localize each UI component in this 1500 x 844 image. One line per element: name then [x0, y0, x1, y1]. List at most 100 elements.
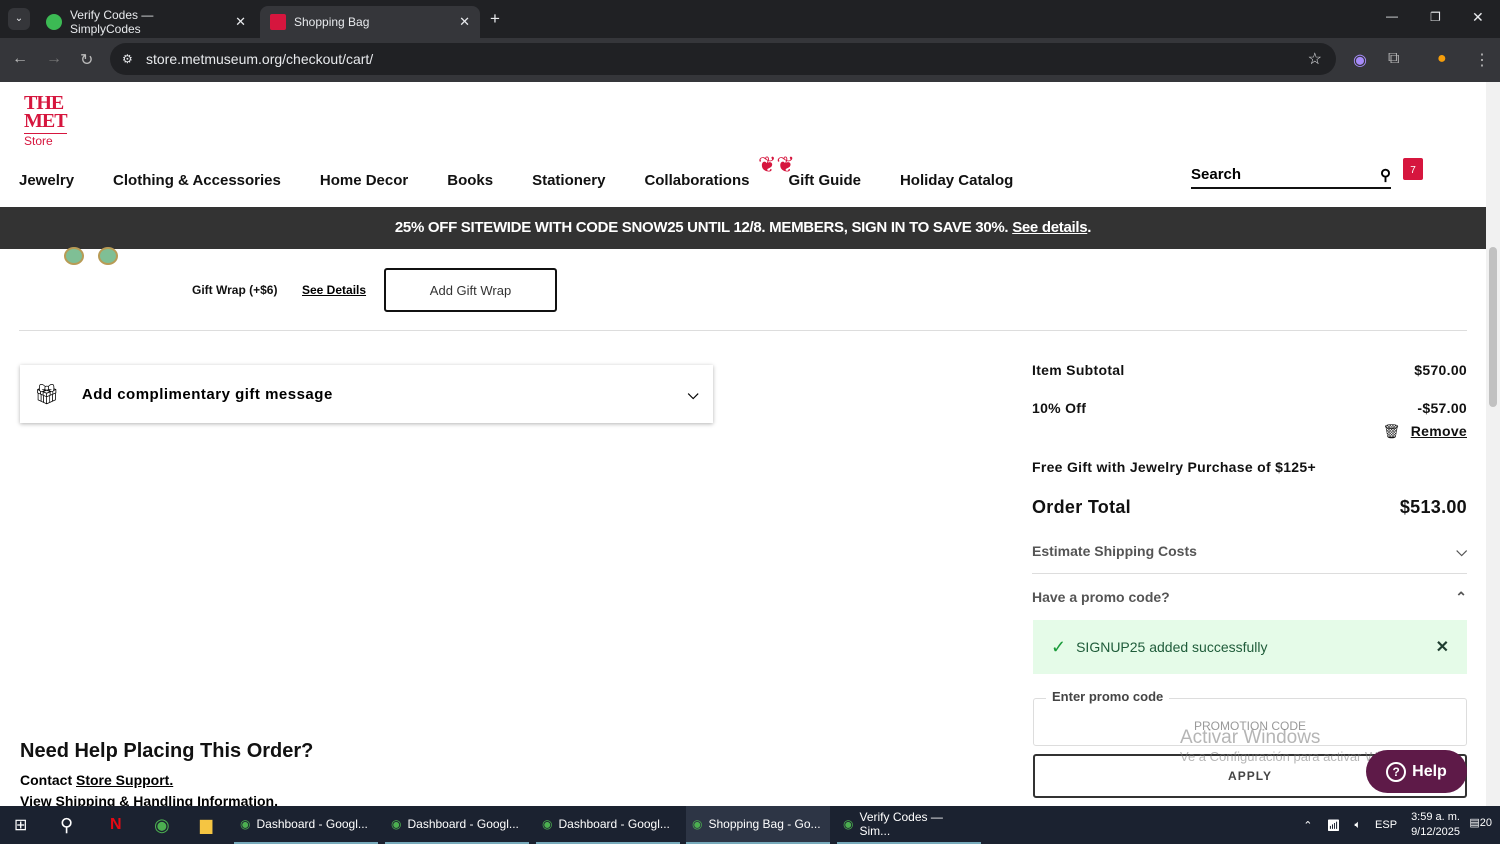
order-total-label: Order Total [1032, 497, 1131, 517]
gift-wrap-label: Gift Wrap (+$6) [192, 283, 278, 297]
promo-code-field: Enter promo code [1033, 689, 1467, 746]
divider [19, 330, 1467, 331]
search-icon[interactable]: ⚲ [54, 806, 79, 844]
file-explorer-icon[interactable]: ▆ [194, 806, 218, 844]
taskbar-app-label: Dashboard - Googl... [558, 817, 670, 831]
promo-banner: 25% OFF SITEWIDE WITH CODE SNOW25 UNTIL … [0, 207, 1486, 249]
tab-verify-codes[interactable]: Verify Codes — SimplyCodes ✕ [36, 6, 256, 38]
simplycodes-favicon-icon [46, 14, 62, 30]
shipping-link-text[interactable]: View Shipping & Handling Information. [20, 793, 278, 806]
chrome-icon: ◉ [542, 817, 553, 831]
help-button[interactable]: ? Help [1366, 750, 1467, 793]
help-heading: Need Help Placing This Order? [20, 740, 314, 762]
close-tab-icon[interactable]: ✕ [235, 14, 246, 30]
close-window-icon[interactable]: ✕ [1472, 9, 1484, 26]
taskbar-app[interactable]: ◉ Dashboard - Googl... [536, 806, 680, 844]
search-input[interactable]: Search ⚲ [1191, 166, 1391, 189]
tab-list-chevron-icon[interactable]: ⌄ [8, 8, 30, 30]
nav-clothing[interactable]: Clothing & Accessories [113, 172, 281, 189]
url-text: store.metmuseum.org/checkout/cart/ [146, 51, 374, 67]
promo-text: 25% OFF SITEWIDE WITH CODE SNOW25 UNTIL … [394, 219, 1009, 236]
nav-home-decor[interactable]: Home Decor [320, 172, 408, 189]
extensions-puzzle-icon[interactable]: ⧉ [1388, 50, 1399, 68]
volume-icon[interactable]: 🔈︎ [1354, 819, 1361, 832]
chrome-icon: ◉ [843, 817, 854, 831]
back-icon[interactable]: ← [12, 50, 28, 68]
subtotal-value: $570.00 [1414, 362, 1467, 378]
met-favicon-icon [270, 14, 286, 30]
page-scrollbar[interactable] [1486, 82, 1500, 806]
taskbar-app[interactable]: ◉ Shopping Bag - Go... [686, 806, 830, 844]
taskbar-app[interactable]: ◉ Verify Codes — Sim... [837, 806, 981, 844]
cart-page: THE MET Store ❦❦ Jewelry Clothing & Access… [0, 82, 1486, 806]
remove-link[interactable]: Remove [1411, 423, 1467, 440]
chrome-icon[interactable]: ◉ [148, 806, 176, 844]
taskbar-app[interactable]: ◉ Dashboard - Googl... [385, 806, 529, 844]
forward-icon[interactable]: → [46, 50, 62, 68]
free-gift-row: Free Gift with Jewelry Purchase of $125+ [1032, 459, 1467, 475]
extension-icon[interactable]: ◉ [1353, 50, 1367, 70]
taskbar-app[interactable]: ◉ Dashboard - Googl... [234, 806, 378, 844]
language-indicator[interactable]: ESP [1375, 819, 1397, 831]
bookmark-star-icon[interactable]: ☆ [1308, 49, 1322, 69]
close-tab-icon[interactable]: ✕ [459, 14, 470, 30]
clock-date: 9/12/2025 [1411, 826, 1460, 838]
chevron-up-icon: ⌃ [1455, 589, 1467, 605]
shopping-bag-icon[interactable]: 7 [1403, 158, 1423, 180]
remove-discount-button[interactable]: 🗑︎ Remove [1032, 423, 1467, 440]
shipping-info-link[interactable]: View Shipping & Handling Information. [20, 793, 278, 806]
gift-message-accordion[interactable]: 🎁︎ Add complimentary gift message ⌵ [20, 365, 713, 423]
nav-stationery[interactable]: Stationery [532, 172, 605, 189]
promo-code-label: Enter promo code [1046, 689, 1170, 704]
met-store-logo[interactable]: THE MET Store [24, 93, 68, 148]
discount-row: 10% Off -$57.00 [1032, 400, 1467, 416]
clock[interactable]: 3:59 a. m. 9/12/2025 [1411, 810, 1460, 840]
reload-icon[interactable]: ↻ [80, 50, 93, 70]
bag-count: 7 [1410, 165, 1416, 176]
site-info-icon[interactable]: ⚙ [122, 52, 133, 66]
gift-wrap-details-link[interactable]: See Details [302, 283, 366, 297]
see-details-link[interactable]: See details [1012, 219, 1087, 236]
order-total-row: Order Total $513.00 [1032, 497, 1467, 518]
nav-gift-guide[interactable]: Gift Guide [788, 172, 861, 189]
subtotal-label: Item Subtotal [1032, 362, 1125, 378]
profile-avatar-icon[interactable]: ● [1437, 50, 1447, 68]
wifi-icon[interactable]: 📶︎ [1326, 819, 1340, 832]
gift-message-label: Add complimentary gift message [81, 385, 333, 403]
windows-taskbar: ⊞ ⚲ N ◉ ▆ ◉ Dashboard - Googl... ◉ Dashboa… [0, 806, 1500, 844]
nav-collaborations[interactable]: Collaborations [644, 172, 749, 189]
search-label: Search [1191, 166, 1242, 183]
notifications-icon[interactable]: ▤20 [1469, 816, 1492, 829]
contact-prefix: Contact [20, 772, 76, 788]
chevron-down-icon: ⌵ [687, 385, 699, 402]
system-tray: ⌃ 📶︎ 🔈︎ ESP 3:59 a. m. 9/12/2025 [1303, 810, 1460, 840]
discount-value: -$57.00 [1417, 400, 1467, 416]
windows-start-icon[interactable]: ⊞ [8, 806, 33, 844]
promo-code-accordion[interactable]: Have a promo code? ⌃ [1032, 589, 1467, 606]
restore-icon[interactable]: ❐ [1430, 10, 1441, 24]
estimate-shipping-accordion[interactable]: Estimate Shipping Costs ⌵ [1032, 543, 1467, 574]
gift-icon: 🎁︎ [34, 383, 60, 406]
scrollbar-thumb[interactable] [1489, 247, 1497, 407]
add-gift-wrap-button[interactable]: Add Gift Wrap [384, 268, 557, 312]
success-text: SIGNUP25 added successfully [1076, 639, 1268, 655]
tab-title: Shopping Bag [294, 15, 370, 29]
chevron-up-icon[interactable]: ⌃ [1303, 819, 1312, 832]
url-input[interactable]: ⚙ store.metmuseum.org/checkout/cart/ ☆ [110, 43, 1336, 75]
shipping-label: Estimate Shipping Costs [1032, 543, 1197, 559]
main-nav: Jewelry Clothing & Accessories Home Deco… [19, 172, 1013, 189]
search-icon[interactable]: ⚲ [1380, 166, 1391, 184]
taskbar-app-label: Dashboard - Googl... [256, 817, 368, 831]
promo-end: . [1087, 219, 1092, 236]
nav-jewelry[interactable]: Jewelry [19, 172, 74, 189]
store-support-link[interactable]: Store Support. [76, 772, 173, 788]
promo-code-input[interactable] [1034, 699, 1466, 745]
dismiss-icon[interactable]: ✕ [1436, 637, 1449, 657]
nav-holiday-catalog[interactable]: Holiday Catalog [900, 172, 1013, 189]
nav-books[interactable]: Books [447, 172, 493, 189]
menu-icon[interactable]: ⋮ [1474, 50, 1490, 70]
new-tab-icon[interactable]: + [490, 9, 500, 29]
netflix-icon[interactable]: N [104, 806, 128, 844]
tab-shopping-bag[interactable]: Shopping Bag ✕ [260, 6, 480, 38]
minimize-icon[interactable]: — [1386, 9, 1398, 23]
